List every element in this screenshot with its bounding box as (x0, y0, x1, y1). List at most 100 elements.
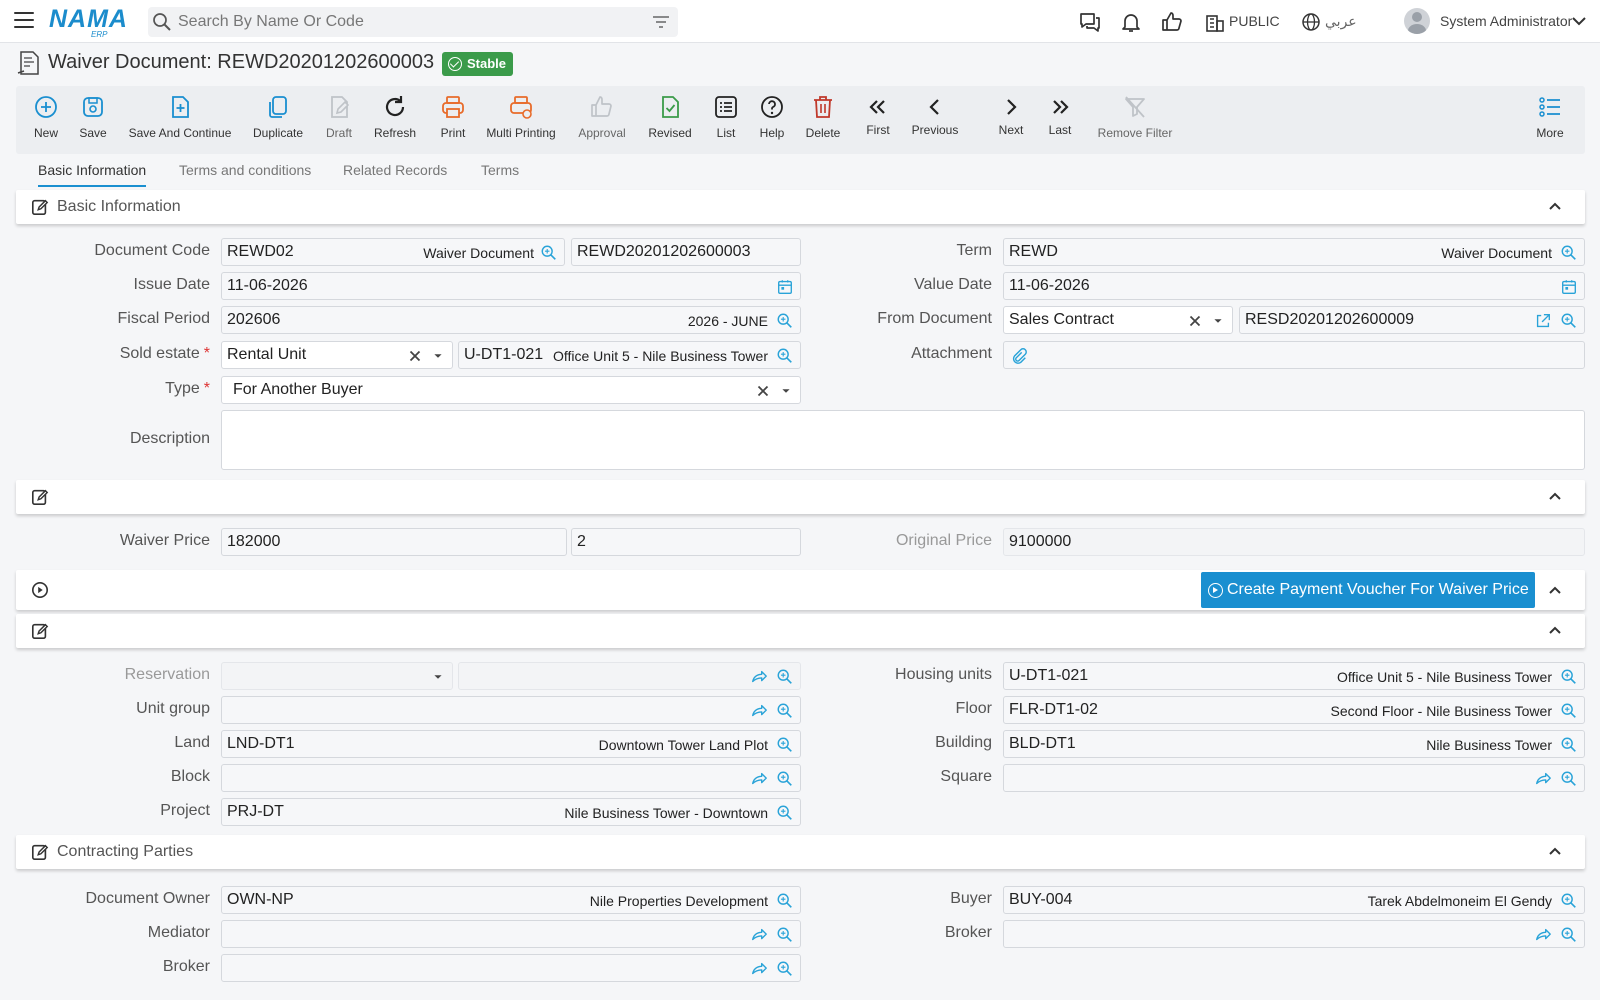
building-field[interactable]: BLD-DT1 Nile Business Tower (1003, 730, 1585, 758)
from-document-code-field[interactable]: RESD20201202600009 (1239, 306, 1585, 334)
dropdown-icon[interactable] (1209, 312, 1227, 330)
clear-icon[interactable] (754, 382, 772, 400)
waiver-percent-field[interactable]: 2 (571, 528, 801, 556)
approval-button[interactable]: Approval (576, 86, 628, 154)
calendar-icon[interactable] (1560, 278, 1578, 296)
clear-icon[interactable] (406, 347, 424, 365)
bell-icon[interactable] (1119, 10, 1143, 34)
share-icon[interactable] (750, 770, 768, 788)
chevron-up-icon[interactable] (1549, 202, 1561, 210)
search-plus-icon[interactable] (1560, 736, 1578, 754)
thumbs-up-icon[interactable] (1160, 10, 1184, 34)
square-field[interactable] (1003, 764, 1585, 792)
print-button[interactable]: Print (436, 86, 470, 154)
broker-right-field[interactable] (1003, 920, 1585, 948)
housing-units-field[interactable]: U-DT1-021 Office Unit 5 - Nile Business … (1003, 662, 1585, 690)
chat-icon[interactable] (1078, 10, 1102, 34)
document-owner-field[interactable]: OWN-NP Nile Properties Development (221, 886, 801, 914)
project-field[interactable]: PRJ-DT Nile Business Tower - Downtown (221, 798, 801, 826)
description-textarea[interactable] (221, 410, 1585, 470)
sold-estate-select[interactable]: Rental Unit (221, 341, 453, 369)
search-plus-icon[interactable] (540, 244, 558, 262)
revised-button[interactable]: Revised (646, 86, 694, 154)
search-plus-icon[interactable] (776, 702, 794, 720)
search-plus-icon[interactable] (1560, 770, 1578, 788)
save-and-continue-button[interactable]: Save And Continue (128, 86, 232, 154)
description-input[interactable] (222, 411, 1584, 469)
chevron-up-icon[interactable] (1549, 492, 1561, 500)
mediator-field[interactable] (221, 920, 801, 948)
tab-related-records[interactable]: Related Records (343, 162, 447, 178)
attachment-field[interactable] (1003, 341, 1585, 369)
last-button[interactable]: Last (1045, 86, 1075, 154)
search-plus-icon[interactable] (1560, 892, 1578, 910)
filter-icon[interactable] (652, 15, 670, 29)
calendar-icon[interactable] (776, 278, 794, 296)
value-date-field[interactable]: 11-06-2026 (1003, 272, 1585, 300)
menu-icon[interactable] (14, 12, 34, 30)
draft-button[interactable]: Draft (322, 86, 356, 154)
share-icon[interactable] (750, 926, 768, 944)
type-select[interactable]: For Another Buyer (221, 376, 801, 404)
share-icon[interactable] (750, 668, 768, 686)
broker-left-field[interactable] (221, 954, 801, 982)
search-plus-icon[interactable] (776, 926, 794, 944)
fiscal-period-field[interactable]: 202606 2026 - JUNE (221, 306, 801, 334)
refresh-button[interactable]: Refresh (372, 86, 418, 154)
floor-field[interactable]: FLR-DT1-02 Second Floor - Nile Business … (1003, 696, 1585, 724)
tab-basic-information[interactable]: Basic Information (38, 162, 147, 187)
unit-group-field[interactable] (221, 696, 801, 724)
external-link-icon[interactable] (1534, 312, 1552, 330)
next-button[interactable]: Next (996, 86, 1026, 154)
delete-button[interactable]: Delete (802, 86, 844, 154)
help-button[interactable]: Help (756, 86, 788, 154)
search-plus-icon[interactable] (776, 347, 794, 365)
search-plus-icon[interactable] (776, 736, 794, 754)
share-icon[interactable] (750, 702, 768, 720)
search-plus-icon[interactable] (776, 312, 794, 330)
document-code-field[interactable]: REWD02 Waiver Document (221, 238, 565, 266)
paperclip-icon[interactable] (1010, 347, 1028, 365)
remove-filter-button[interactable]: Remove Filter (1095, 86, 1175, 154)
share-icon[interactable] (1534, 926, 1552, 944)
company-label[interactable]: PUBLIC (1229, 13, 1280, 29)
search-input[interactable] (178, 7, 638, 37)
logo[interactable]: NAMA ERP (49, 5, 128, 39)
block-field[interactable] (221, 764, 801, 792)
contracting-parties-header[interactable]: Contracting Parties (16, 835, 1585, 869)
dropdown-icon[interactable] (777, 382, 795, 400)
sold-estate-unit-field[interactable]: U-DT1-021 Office Unit 5 - Nile Business … (458, 341, 801, 369)
share-icon[interactable] (750, 960, 768, 978)
search-plus-icon[interactable] (776, 960, 794, 978)
tab-terms-and-conditions[interactable]: Terms and conditions (179, 162, 311, 178)
previous-button[interactable]: Previous (910, 86, 960, 154)
search-plus-icon[interactable] (776, 668, 794, 686)
share-icon[interactable] (1534, 770, 1552, 788)
from-document-select[interactable]: Sales Contract (1003, 306, 1233, 334)
duplicate-button[interactable]: Duplicate (252, 86, 304, 154)
tab-terms[interactable]: Terms (481, 162, 519, 178)
list-button[interactable]: List (710, 86, 742, 154)
search-plus-icon[interactable] (1560, 926, 1578, 944)
create-payment-voucher-button[interactable]: Create Payment Voucher For Waiver Price (1201, 572, 1535, 608)
price-section-header[interactable] (16, 480, 1585, 514)
chevron-up-icon[interactable] (1549, 586, 1561, 594)
buyer-field[interactable]: BUY-004 Tarek Abdelmoneim El Gendy (1003, 886, 1585, 914)
search-plus-icon[interactable] (1560, 312, 1578, 330)
unit-details-header[interactable] (16, 614, 1585, 648)
waiver-price-field[interactable]: 182000 (221, 528, 567, 556)
search-plus-icon[interactable] (1560, 702, 1578, 720)
document-number-field[interactable]: REWD20201202600003 (571, 238, 801, 266)
user-name[interactable]: System Administrator (1440, 13, 1572, 29)
dropdown-icon[interactable] (429, 347, 447, 365)
chevron-up-icon[interactable] (1549, 847, 1561, 855)
language-switch[interactable]: عربي (1325, 13, 1357, 30)
search-plus-icon[interactable] (1560, 668, 1578, 686)
clear-icon[interactable] (1186, 312, 1204, 330)
search-plus-icon[interactable] (1560, 244, 1578, 262)
new-button[interactable]: New (28, 86, 64, 154)
issue-date-field[interactable]: 11-06-2026 (221, 272, 801, 300)
save-button[interactable]: Save (76, 86, 110, 154)
basic-information-header[interactable]: Basic Information (16, 190, 1585, 224)
chevron-up-icon[interactable] (1549, 626, 1561, 634)
